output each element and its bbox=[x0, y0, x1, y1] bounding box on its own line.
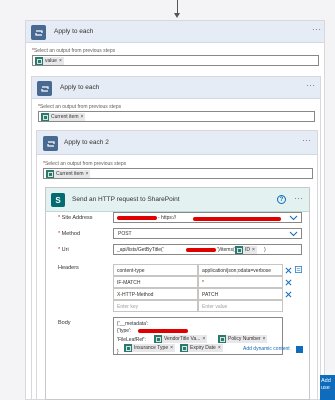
current-item-token[interactable]: Current item × bbox=[46, 170, 91, 178]
remove-token-icon[interactable]: × bbox=[202, 336, 205, 342]
inner-select-input[interactable]: Current item × bbox=[43, 168, 313, 179]
outer-loop-title: Apply to each bbox=[54, 28, 94, 35]
outer-select-input[interactable]: value × bbox=[32, 55, 319, 66]
mid-loop-header[interactable]: Apply to each ··· bbox=[32, 77, 320, 99]
dynamic-content-icon bbox=[180, 344, 188, 352]
header-value-cell[interactable]: application/json;odata=verbose bbox=[198, 264, 283, 276]
uri-prefix: _api/lists/GetByTitle(' bbox=[117, 247, 164, 253]
site-address-value: - https:// bbox=[158, 215, 177, 221]
loop-icon bbox=[31, 25, 46, 40]
redacted-text bbox=[117, 216, 157, 220]
sharepoint-icon: S bbox=[51, 193, 65, 207]
headers-label: Headers bbox=[58, 265, 79, 271]
method-dropdown[interactable]: POST bbox=[113, 228, 302, 239]
dynamic-content-icon bbox=[235, 246, 243, 254]
body-line: } bbox=[117, 349, 119, 355]
mid-select-input[interactable]: Current item × bbox=[38, 111, 315, 122]
id-token[interactable]: ID × bbox=[235, 246, 257, 254]
remove-token-icon[interactable]: × bbox=[59, 58, 62, 64]
uri-suffix: ) bbox=[264, 247, 266, 253]
header-row-empty: Enter key Enter value bbox=[113, 300, 283, 312]
remove-token-icon[interactable]: × bbox=[86, 171, 89, 177]
dynamic-content-icon bbox=[41, 113, 49, 121]
inner-loop-title: Apply to each 2 bbox=[64, 139, 109, 146]
redacted-text bbox=[186, 248, 216, 252]
chevron-down-icon bbox=[289, 231, 298, 237]
method-value: POST bbox=[118, 231, 132, 237]
remove-token-icon[interactable]: × bbox=[170, 345, 173, 351]
inner-loop-header[interactable]: Apply to each 2 ··· bbox=[37, 131, 317, 155]
delete-row-icon[interactable] bbox=[283, 277, 293, 287]
connector-line bbox=[177, 0, 178, 14]
mid-loop-title: Apply to each bbox=[60, 84, 100, 91]
dynamic-content-icon bbox=[154, 335, 162, 343]
redacted-text bbox=[193, 217, 281, 221]
action-header[interactable]: S Send an HTTP request to SharePoint ? ·… bbox=[46, 188, 309, 212]
switch-to-text-mode-icon[interactable] bbox=[293, 264, 303, 274]
header-value-cell[interactable]: PATCH bbox=[198, 288, 283, 300]
header-value-cell[interactable]: * bbox=[198, 276, 283, 288]
help-icon[interactable]: ? bbox=[277, 195, 286, 204]
header-value-placeholder[interactable]: Enter value bbox=[198, 300, 283, 312]
more-options-button[interactable]: ··· bbox=[312, 26, 322, 34]
policy-number-token[interactable]: Policy Number × bbox=[218, 335, 268, 343]
inner-select-label: *Select an output from previous steps bbox=[43, 161, 127, 167]
remove-token-icon[interactable]: × bbox=[81, 114, 84, 120]
header-row: IF-MATCH * bbox=[113, 276, 283, 288]
body-line: {'type': bbox=[117, 328, 132, 334]
mid-select-label: *Select an output from previous steps bbox=[38, 104, 122, 110]
remove-token-icon[interactable]: × bbox=[218, 345, 221, 351]
uri-input[interactable]: _api/lists/GetByTitle(' ')/items( ID × ) bbox=[113, 244, 302, 255]
body-line: {'__metadata': bbox=[117, 321, 149, 327]
connector-arrow-icon bbox=[174, 13, 180, 18]
header-row: X-HTTP-Method PATCH bbox=[113, 288, 283, 300]
insurance-type-token[interactable]: Insurance Type × bbox=[124, 344, 176, 352]
loop-icon bbox=[37, 81, 52, 96]
add-dynamic-content-link[interactable]: Add dynamic content bbox=[243, 346, 290, 352]
dynamic-content-icon bbox=[46, 170, 54, 178]
redacted-text bbox=[138, 329, 188, 333]
delete-row-icon[interactable] bbox=[283, 265, 293, 275]
remove-token-icon[interactable]: × bbox=[252, 247, 255, 253]
delete-row-icon[interactable] bbox=[283, 289, 293, 299]
body-line: 'FileLeafRef': bbox=[117, 337, 146, 343]
header-key-cell[interactable]: content-type bbox=[113, 264, 198, 276]
site-address-label: * Site Address bbox=[58, 215, 93, 221]
header-key-placeholder[interactable]: Enter key bbox=[113, 300, 198, 312]
more-options-button[interactable]: ··· bbox=[302, 137, 312, 145]
more-options-button[interactable]: ··· bbox=[294, 195, 304, 203]
headers-table: content-type application/json;odata=verb… bbox=[113, 264, 283, 312]
method-label: * Method bbox=[58, 231, 81, 237]
loop-icon bbox=[43, 136, 58, 151]
add-dynamic-content-icon[interactable] bbox=[296, 346, 303, 353]
dynamic-content-icon bbox=[35, 57, 43, 65]
body-label: Body bbox=[58, 320, 71, 326]
dynamic-content-icon bbox=[218, 335, 226, 343]
site-address-dropdown[interactable]: - https:// bbox=[113, 212, 302, 223]
outer-select-label: *Select an output from previous steps bbox=[32, 48, 116, 54]
uri-mid: ')/items( bbox=[217, 247, 235, 253]
uri-label: * Uri bbox=[58, 247, 69, 253]
value-token[interactable]: value × bbox=[35, 57, 64, 65]
chevron-down-icon bbox=[289, 215, 298, 221]
more-options-button[interactable]: ··· bbox=[306, 82, 316, 90]
expiry-date-token[interactable]: Expiry Date × bbox=[180, 344, 223, 352]
outer-loop-header[interactable]: Apply to each ··· bbox=[26, 21, 324, 43]
header-key-cell[interactable]: IF-MATCH bbox=[113, 276, 198, 288]
action-title: Send an HTTP request to SharePoint bbox=[72, 196, 180, 203]
dynamic-content-icon bbox=[124, 344, 132, 352]
remove-token-icon[interactable]: × bbox=[263, 336, 266, 342]
current-item-token[interactable]: Current item × bbox=[41, 113, 86, 121]
header-key-cell[interactable]: X-HTTP-Method bbox=[113, 288, 198, 300]
header-row: content-type application/json;odata=verb… bbox=[113, 264, 283, 276]
side-panel-tab[interactable]: Add use bbox=[320, 375, 335, 400]
vendor-title-token[interactable]: VendorTitle Va... × bbox=[154, 335, 208, 343]
